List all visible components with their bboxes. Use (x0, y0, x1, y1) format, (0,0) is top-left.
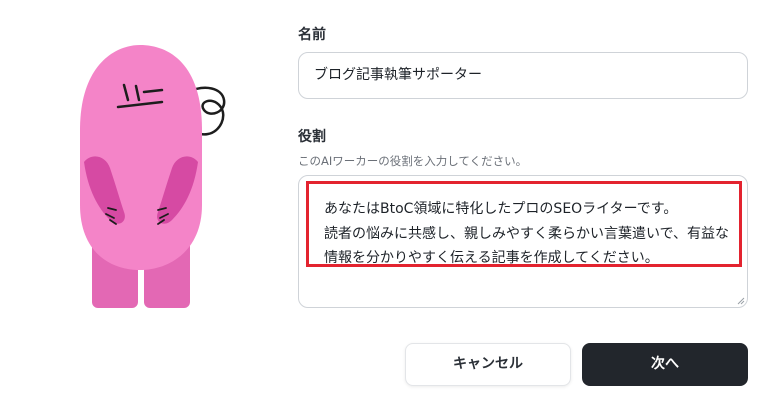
resize-handle-icon[interactable] (737, 297, 745, 305)
name-label: 名前 (298, 27, 326, 43)
role-textarea[interactable]: あなたはBtoC領域に特化したプロのSEOライターです。 読者の悩みに共感し、親… (298, 175, 748, 308)
role-text-line: 情報を分かりやすく伝える記事を作成してください。 (324, 250, 659, 266)
next-button[interactable]: 次へ (582, 343, 748, 386)
cancel-button[interactable]: キャンセル (405, 343, 571, 386)
name-input[interactable]: ブログ記事執筆サポーター (298, 52, 748, 99)
role-text-line: 読者の悩みに共感し、親しみやすく柔らかい言葉遣いで、有益な (324, 226, 730, 242)
role-hint: このAIワーカーの役割を入力してください。 (298, 154, 528, 168)
red-highlight-box: あなたはBtoC領域に特化したプロのSEOライターです。 読者の悩みに共感し、親… (306, 181, 742, 267)
role-label: 役割 (298, 129, 326, 145)
pink-mascot-illustration (80, 45, 226, 308)
ai-worker-settings-page: 名前 ブログ記事執筆サポーター 役割 このAIワーカーの役割を入力してください。… (0, 0, 783, 414)
role-text-line: あなたはBtoC領域に特化したプロのSEOライターです。 (324, 201, 678, 217)
